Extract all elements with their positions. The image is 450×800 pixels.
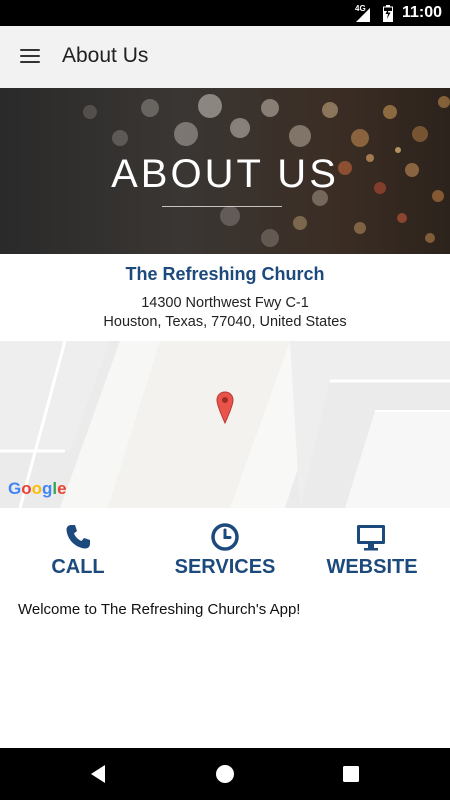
website-button[interactable]: WEBSITE	[310, 508, 434, 590]
services-label: SERVICES	[174, 556, 276, 578]
church-name: The Refreshing Church	[125, 264, 325, 284]
call-button[interactable]: CALL	[28, 508, 128, 590]
battery-icon	[383, 5, 393, 22]
page-title: About Us	[62, 44, 149, 67]
phone-icon	[66, 525, 90, 549]
website-label: WEBSITE	[326, 556, 418, 578]
hero-banner: ABOUT US	[0, 88, 450, 254]
hamburger-menu-icon[interactable]	[18, 46, 42, 66]
recent-apps-icon[interactable]	[339, 762, 363, 786]
signal-icon	[356, 8, 370, 22]
welcome-text: Welcome to The Refreshing Church's App!	[18, 601, 301, 618]
back-icon[interactable]	[86, 762, 110, 786]
home-icon[interactable]	[213, 762, 237, 786]
clock-icon	[211, 523, 239, 551]
hero-divider	[162, 206, 282, 207]
app-bar: About Us	[0, 26, 450, 88]
address-line-1: 14300 Northwest Fwy C-1	[141, 295, 309, 311]
monitor-icon	[357, 525, 385, 551]
status-bar: 4G 11:00	[0, 0, 450, 26]
church-info: The Refreshing Church 14300 Northwest Fw…	[0, 254, 450, 341]
map-pin-icon[interactable]	[216, 391, 234, 425]
system-nav-bar	[0, 748, 450, 800]
hero-title: ABOUT US	[111, 152, 339, 196]
services-button[interactable]: SERVICES	[160, 508, 290, 590]
google-logo: Google	[8, 479, 67, 498]
screen: 4G 11:00 About Us ABOUT US The Refreshin…	[0, 0, 450, 800]
clock: 11:00	[402, 4, 443, 21]
action-bar: CALL SERVICES WEBSITE	[0, 508, 450, 590]
address-line-2: Houston, Texas, 77040, United States	[103, 314, 347, 330]
call-label: CALL	[51, 556, 105, 578]
